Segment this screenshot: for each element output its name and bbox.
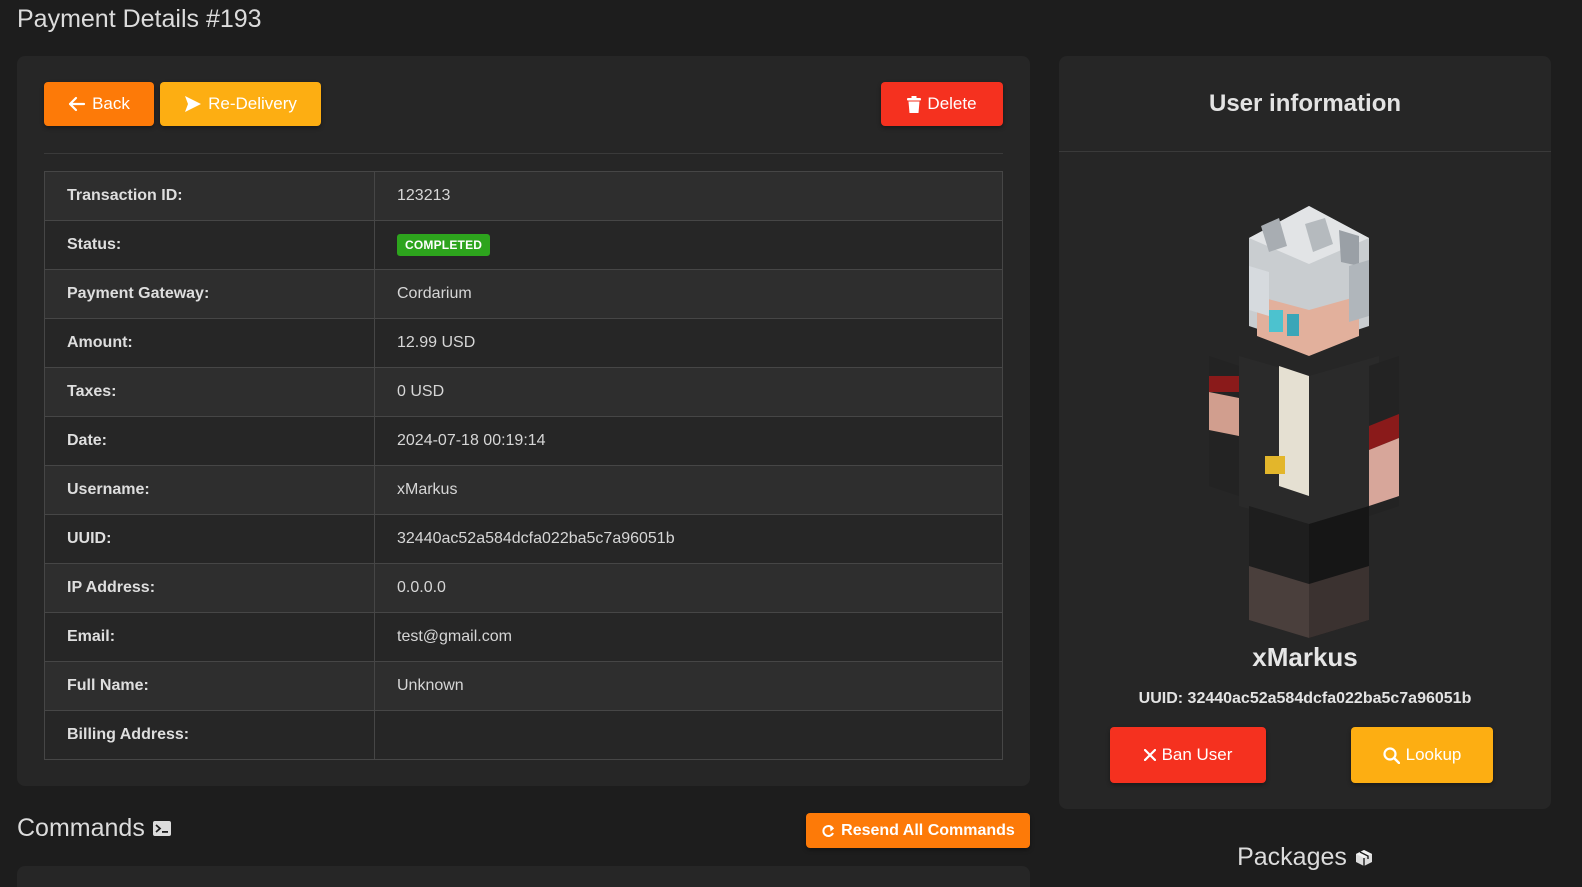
uuid-text: UUID: 32440ac52a584dcfa022ba5c7a96051b [1138,690,1472,707]
table-row: IP Address: 0.0.0.0 [44,563,1003,613]
row-label: Username: [44,465,375,515]
user-information-header: User information [1059,56,1551,152]
box-icon [1355,849,1372,866]
user-information-card: User information xMarkus UUID: 32440ac52 [1059,56,1551,809]
delete-button[interactable]: Delete [881,82,1003,126]
send-icon [185,96,202,112]
resend-all-commands-label: Resend All Commands [841,821,1015,839]
row-label: Billing Address: [44,710,375,760]
resend-all-commands-button[interactable]: Resend All Commands [806,813,1030,848]
row-value: xMarkus [374,465,1003,515]
row-value: 12.99 USD [374,318,1003,368]
payment-details-card: Back Re-Delivery Delete Transaction ID: 1… [17,56,1030,786]
row-value: 0.0.0.0 [374,563,1003,613]
row-label: Payment Gateway: [44,269,375,319]
table-row: Billing Address: [44,710,1003,760]
divider [44,153,1003,154]
table-row: Amount: 12.99 USD [44,318,1003,368]
row-value: test@gmail.com [374,612,1003,662]
refresh-icon [822,824,835,837]
row-label: UUID: [44,514,375,564]
arrow-left-icon [68,96,86,112]
row-label: Transaction ID: [44,171,375,221]
redelivery-button[interactable]: Re-Delivery [160,82,321,126]
row-value: COMPLETED [374,220,1003,270]
table-row: Email: test@gmail.com [44,612,1003,662]
row-label: Amount: [44,318,375,368]
row-label: Full Name: [44,661,375,711]
user-information-title: User information [1208,89,1402,117]
row-value [374,710,1003,760]
player-skin-image [1209,206,1399,638]
terminal-icon [152,821,171,836]
packages-title: Packages [1237,843,1347,871]
page-title: Payment Details #193 [17,5,262,33]
back-button-label: Back [92,94,130,113]
row-value: 123213 [374,171,1003,221]
close-icon [1143,749,1156,761]
lookup-button[interactable]: Lookup [1351,727,1493,783]
delete-button-label: Delete [927,94,977,113]
packages-heading: Packages [1059,843,1551,872]
table-row: UUID: 32440ac52a584dcfa022ba5c7a96051b [44,514,1003,564]
row-label: IP Address: [44,563,375,613]
table-row: Date: 2024-07-18 00:19:14 [44,416,1003,466]
row-label: Date: [44,416,375,466]
trash-icon [907,95,922,113]
row-value: Cordarium [374,269,1003,319]
table-row: Taxes: 0 USD [44,367,1003,417]
ban-user-label: Ban User [1161,745,1233,764]
row-value: 0 USD [374,367,1003,417]
redelivery-button-label: Re-Delivery [208,94,297,113]
search-icon [1383,746,1400,764]
commands-title: Commands [17,814,145,842]
status-badge: COMPLETED [397,234,491,256]
row-value: 2024-07-18 00:19:14 [374,416,1003,466]
commands-card [17,866,1030,887]
table-row: Username: xMarkus [44,465,1003,515]
table-row: Payment Gateway: Cordarium [44,269,1003,319]
lookup-label: Lookup [1405,745,1462,764]
row-label: Taxes: [44,367,375,417]
row-label: Status: [44,220,375,270]
row-label: Email: [44,612,375,662]
ban-user-button[interactable]: Ban User [1110,727,1266,783]
table-row: Transaction ID: 123213 [44,171,1003,221]
username-heading: xMarkus [1252,642,1358,672]
row-value: 32440ac52a584dcfa022ba5c7a96051b [374,514,1003,564]
table-row: Status: COMPLETED [44,220,1003,270]
table-row: Full Name: Unknown [44,661,1003,711]
row-value: Unknown [374,661,1003,711]
commands-heading: Commands [17,814,171,843]
payment-details-table: Transaction ID: 123213 Status: COMPLETED P… [44,171,1003,760]
back-button[interactable]: Back [44,82,154,126]
